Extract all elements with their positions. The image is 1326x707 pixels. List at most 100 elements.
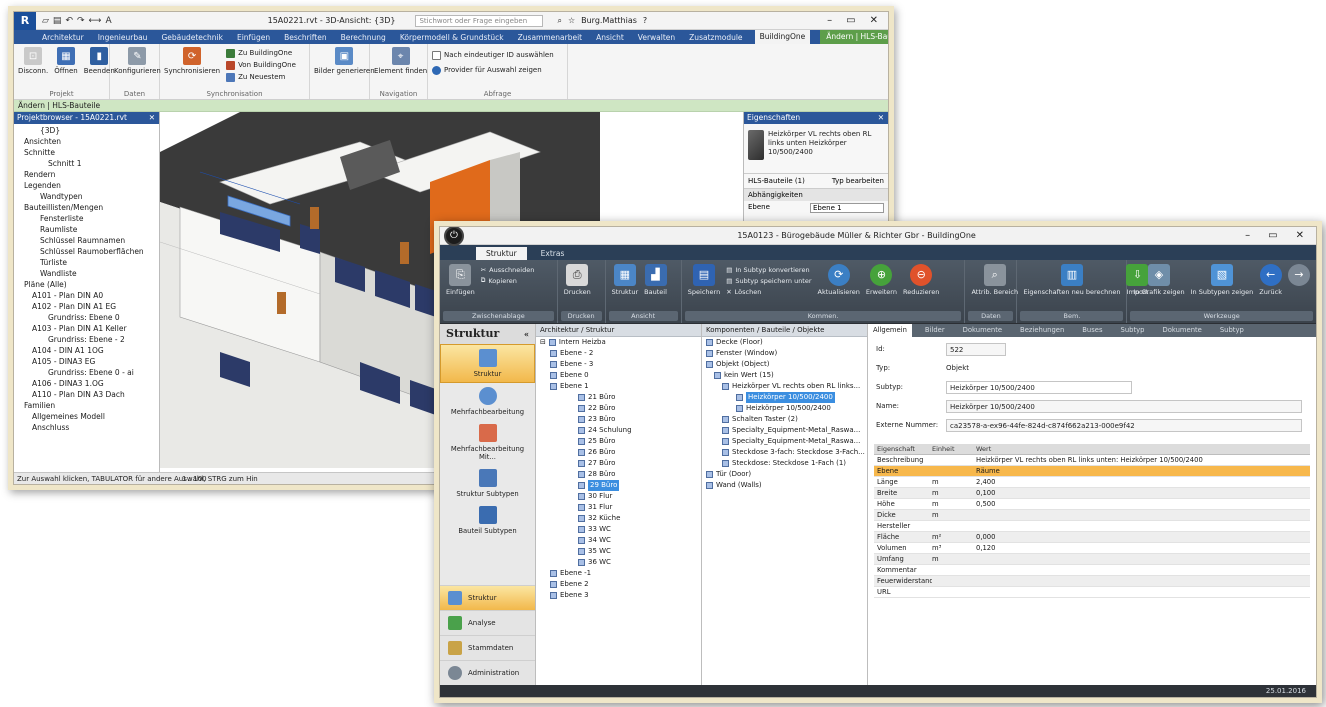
delete-button[interactable]: ✕ Löschen (726, 286, 811, 297)
module-struktur[interactable]: Struktur (440, 585, 535, 610)
tab-architektur[interactable]: Architektur (40, 33, 86, 42)
expander-icon[interactable]: ⊟ (540, 337, 546, 348)
property-value[interactable]: Heizkörper VL rechts oben RL links unten… (976, 455, 1310, 465)
structure-tree-item[interactable]: 28 Büro (536, 469, 701, 480)
project-browser-item[interactable]: Schnitte (14, 147, 159, 158)
tab-verwalten[interactable]: Verwalten (636, 33, 677, 42)
project-browser-item[interactable]: Wandliste (14, 268, 159, 279)
project-browser-item[interactable]: Rendern (14, 169, 159, 180)
structure-tree-item[interactable]: 30 Flur (536, 491, 701, 502)
property-row[interactable]: Volumen m³ 0,120 (874, 543, 1310, 554)
project-browser-item[interactable]: Anschluss (14, 422, 159, 433)
revit-app-logo[interactable]: R (14, 12, 36, 30)
id-value[interactable]: 522 (946, 342, 1006, 356)
show-in-graphic-button[interactable]: ◈ In Grafik zeigen (1133, 264, 1185, 296)
structure-tree-item[interactable]: 36 WC (536, 557, 701, 568)
open-icon[interactable]: ▱ (42, 16, 49, 26)
property-row[interactable]: Feuerwiderstand (874, 576, 1310, 587)
refresh-button[interactable]: ⟳ Aktualisieren (818, 264, 860, 296)
disconnect-button[interactable]: ⊡ Disconn. (18, 47, 48, 75)
project-browser-item[interactable]: A102 - Plan DIN A1 EG (14, 301, 159, 312)
binoculars-icon[interactable]: ⌕ (557, 16, 561, 26)
project-browser-item[interactable]: Raumliste (14, 224, 159, 235)
save-subtype-button[interactable]: ▤ Subtyp speichern unter (726, 275, 811, 286)
tab-dokumente[interactable]: Dokumente (958, 324, 1007, 337)
tab-beschriften[interactable]: Beschriften (282, 33, 329, 42)
maximize-button[interactable]: ▭ (846, 15, 855, 26)
minimize-button[interactable]: – (827, 15, 832, 26)
attribute-area-button[interactable]: ⌕ Attrib. Bereich (971, 264, 1018, 296)
col-einheit[interactable]: Einheit (932, 444, 976, 454)
tab-koerpermodell[interactable]: Körpermodell & Grundstück (398, 33, 506, 42)
project-browser-item[interactable]: Bauteillisten/Mengen (14, 202, 159, 213)
component-tree-item[interactable]: Specialty_Equipment-Metal_Raswa... (702, 436, 867, 447)
tab-extras[interactable]: Extras (531, 247, 575, 260)
find-element-button[interactable]: ⌖ Element finden (374, 47, 427, 75)
collapse-button[interactable]: ⊖ Reduzieren (903, 264, 939, 296)
structure-tree-item[interactable]: 21 Büro (536, 392, 701, 403)
collapse-nav-icon[interactable]: « (524, 324, 529, 344)
nav-struktur-subtypen[interactable]: Struktur Subtypen (440, 465, 535, 502)
property-row[interactable]: Länge m 2,400 (874, 477, 1310, 488)
project-browser-item[interactable]: Pläne (Alle) (14, 279, 159, 290)
project-browser-item[interactable]: {3D} (14, 125, 159, 136)
close-icon[interactable]: ✕ (149, 112, 155, 124)
to-buildingone-button[interactable]: Zu BuildingOne (226, 47, 296, 59)
module-analyse[interactable]: Analyse (440, 610, 535, 635)
property-row[interactable]: Kommentar (874, 565, 1310, 576)
component-tree-item[interactable]: Heizkörper 10/500/2400 (702, 392, 867, 403)
paste-button[interactable]: ⎘ Einfügen (446, 264, 475, 296)
module-administration[interactable]: Administration (440, 660, 535, 685)
help-search-input[interactable]: Stichwort oder Frage eingeben (415, 14, 544, 27)
project-browser-item[interactable]: A101 - Plan DIN A0 (14, 290, 159, 301)
structure-tree-item[interactable]: 35 WC (536, 546, 701, 557)
component-tree-item[interactable]: Tür (Door) (702, 469, 867, 480)
bauteil-view-button[interactable]: ▟ Bauteil (644, 264, 667, 296)
section-header[interactable]: Abhängigkeiten (744, 189, 888, 201)
component-tree-item[interactable]: Wand (Walls) (702, 480, 867, 491)
project-browser-item[interactable]: A103 - Plan DIN A1 Keller (14, 323, 159, 334)
convert-subtype-button[interactable]: ▤ In Subtyp konvertieren (726, 264, 811, 275)
struktur-view-button[interactable]: ▦ Struktur (612, 264, 638, 296)
show-in-subtypes-button[interactable]: ▧ In Subtypen zeigen (1191, 264, 1253, 296)
subtyp-select[interactable]: Heizkörper 10/500/2400 (946, 380, 1132, 394)
structure-tree-item[interactable]: Ebene - 2 (536, 348, 701, 359)
property-row[interactable]: Breite m 0,100 (874, 488, 1310, 499)
tab-struktur[interactable]: Struktur (476, 247, 527, 260)
property-value[interactable] (976, 576, 1310, 586)
print-button[interactable]: ⎙ Drucken (564, 264, 591, 296)
structure-tree-item[interactable]: 32 Küche (536, 513, 701, 524)
cut-button[interactable]: ✂ Ausschneiden (481, 264, 535, 275)
close-button[interactable]: ✕ (870, 15, 878, 26)
structure-tree-item[interactable]: 23 Büro (536, 414, 701, 425)
project-browser-item[interactable]: Grundriss: Ebene - 2 (14, 334, 159, 345)
name-value[interactable]: Heizkörper 10/500/2400 (946, 399, 1302, 413)
ext-number-value[interactable]: ca23578-a-ex96-44fe-824d-c874f662a213-00… (946, 418, 1302, 432)
copy-button[interactable]: ⧉ Kopieren (481, 275, 535, 286)
module-stammdaten[interactable]: Stammdaten (440, 635, 535, 660)
structure-tree-item[interactable]: 31 Flur (536, 502, 701, 513)
structure-tree-item[interactable]: Ebene -1 (536, 568, 701, 579)
component-tree-item[interactable]: Decke (Floor) (702, 337, 867, 348)
user-name[interactable]: Burg.Matthias (581, 16, 637, 26)
synchronize-button[interactable]: ⟳ Synchronisieren (164, 47, 220, 75)
project-browser-item[interactable]: Grundriss: Ebene 0 - ai (14, 367, 159, 378)
save-button[interactable]: ▤ Speichern (688, 264, 720, 296)
property-row[interactable]: Höhe m 0,500 (874, 499, 1310, 510)
help-icon[interactable]: ? (643, 16, 647, 26)
project-browser-item[interactable]: A104 - DIN A1 1OG (14, 345, 159, 356)
structure-tree-item[interactable]: Ebene 3 (536, 590, 701, 601)
instance-filter[interactable]: HLS-Bauteile (1) (748, 177, 805, 185)
nav-mehrfachbearbeitung[interactable]: Mehrfachbearbeitung (440, 383, 535, 420)
structure-tree-item[interactable]: Ebene 1 (536, 381, 701, 392)
property-row[interactable]: Ebene Räume (874, 466, 1310, 477)
component-tree-item[interactable]: Steckdose 3-fach: Steckdose 3-Fach... (702, 447, 867, 458)
structure-tree-item[interactable]: Ebene 2 (536, 579, 701, 590)
open-button[interactable]: ▦ Öffnen (54, 47, 78, 75)
structure-tree-item[interactable]: 33 WC (536, 524, 701, 535)
tab-zusatzmodule[interactable]: Zusatzmodule (687, 33, 744, 42)
property-value[interactable]: 0,000 (976, 532, 1310, 542)
structure-tree-item[interactable]: 24 Schulung (536, 425, 701, 436)
tree-root[interactable]: ⊟ Intern Heizba (536, 337, 701, 348)
structure-tree-item[interactable]: 27 Büro (536, 458, 701, 469)
